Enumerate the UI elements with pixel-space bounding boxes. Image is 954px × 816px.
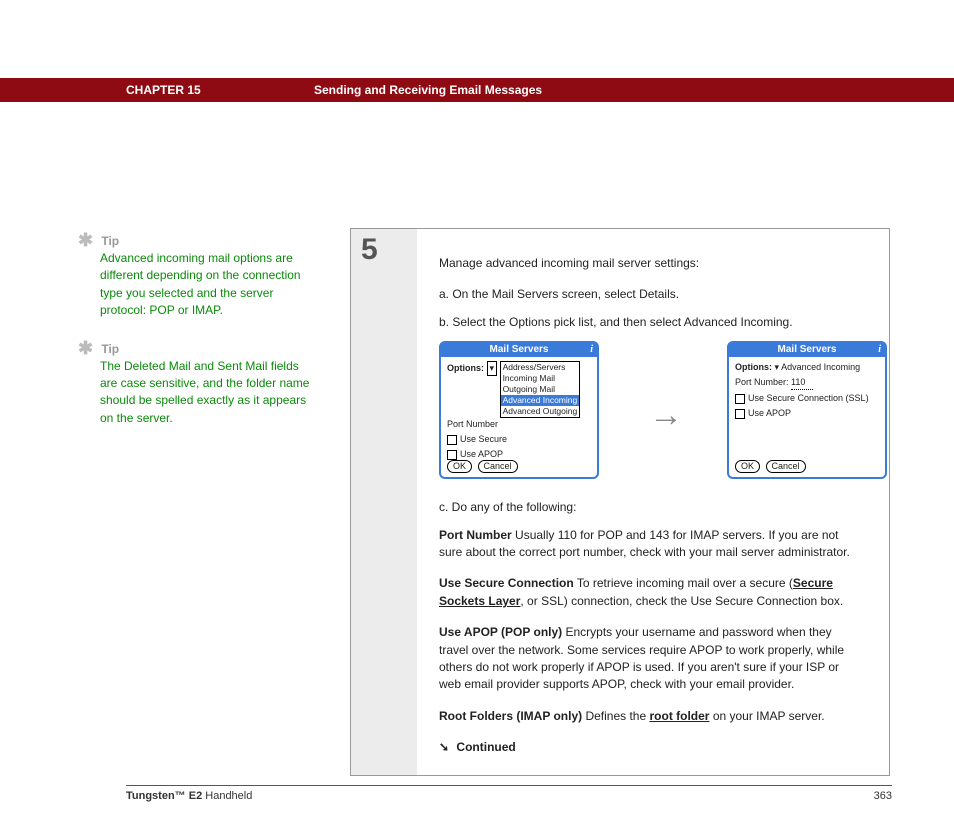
tip-body: Advanced incoming mail options are diffe… bbox=[100, 250, 310, 320]
ssl-label: Use Secure bbox=[460, 434, 507, 444]
detail-apop-label: Use APOP (POP only) bbox=[439, 625, 562, 639]
product-bold: Tungsten™ E2 bbox=[126, 790, 202, 802]
port-label: Port Number: bbox=[735, 377, 789, 387]
options-dropdown-trigger[interactable]: ▾ bbox=[487, 361, 498, 376]
detail-root: Root Folders (IMAP only) Defines the roo… bbox=[439, 708, 863, 725]
dd-item[interactable]: Incoming Mail bbox=[501, 373, 580, 384]
continued-row: ➘ Continued bbox=[439, 739, 863, 756]
dd-item[interactable]: Advanced Outgoing bbox=[501, 406, 580, 417]
info-icon: i bbox=[590, 343, 593, 357]
continued-arrow-icon: ➘ bbox=[439, 739, 449, 756]
continued-label: Continued bbox=[456, 740, 515, 754]
step-c: Do any of the following: bbox=[439, 499, 863, 516]
screenshots-row: Mail Servers i Options: ▾ Address/Server… bbox=[439, 341, 863, 481]
apop-label: Use APOP bbox=[460, 449, 503, 459]
device-title: Mail Servers bbox=[490, 344, 549, 355]
options-dropdown-trigger[interactable]: ▾ bbox=[775, 362, 780, 372]
ssl-label: Use Secure Connection (SSL) bbox=[748, 393, 869, 403]
detail-ssl-post: , or SSL) connection, check the Use Secu… bbox=[520, 594, 843, 608]
detail-root-post: on your IMAP server. bbox=[709, 709, 824, 723]
port-label: Port Number bbox=[447, 419, 498, 429]
tip-body: The Deleted Mail and Sent Mail fields ar… bbox=[100, 358, 310, 428]
checkbox-ssl[interactable] bbox=[735, 394, 745, 404]
step-number: 5 bbox=[361, 233, 389, 267]
detail-ssl-label: Use Secure Connection bbox=[439, 576, 574, 590]
product-name: Tungsten™ E2 Handheld bbox=[126, 790, 252, 802]
detail-port-label: Port Number bbox=[439, 528, 512, 542]
cancel-button[interactable]: Cancel bbox=[766, 460, 806, 473]
product-rest: Handheld bbox=[202, 790, 252, 802]
checkbox-apop[interactable] bbox=[447, 450, 457, 460]
dd-item[interactable]: Address/Servers bbox=[501, 362, 580, 373]
step-intro: Manage advanced incoming mail server set… bbox=[439, 255, 863, 272]
port-value[interactable]: 110 bbox=[791, 376, 813, 390]
ok-button[interactable]: OK bbox=[735, 460, 760, 473]
device-title: Mail Servers bbox=[778, 344, 837, 355]
step-a: On the Mail Servers screen, select Detai… bbox=[439, 286, 863, 303]
tip-label: Tip bbox=[101, 234, 119, 248]
device-body: Options: ▾ Address/Servers Incoming Mail… bbox=[441, 357, 597, 463]
page-number: 363 bbox=[874, 790, 892, 802]
dd-item-selected[interactable]: Advanced Incoming bbox=[501, 395, 580, 406]
tip-label: Tip bbox=[101, 342, 119, 356]
ok-button[interactable]: OK bbox=[447, 460, 472, 473]
detail-ssl-pre: To retrieve incoming mail over a secure … bbox=[574, 576, 793, 590]
step-b: Select the Options pick list, and then s… bbox=[439, 314, 863, 331]
device-buttons: OK Cancel bbox=[447, 460, 521, 473]
device-body: Options: ▾ Advanced Incoming Port Number… bbox=[729, 357, 885, 422]
cancel-button[interactable]: Cancel bbox=[478, 460, 518, 473]
page-area: ✱ Tip Advanced incoming mail options are… bbox=[0, 180, 954, 788]
checkbox-apop[interactable] bbox=[735, 409, 745, 419]
step-content: Manage advanced incoming mail server set… bbox=[417, 229, 889, 775]
footer: Tungsten™ E2 Handheld 363 bbox=[126, 785, 892, 802]
device-screenshot-right: Mail Servers i Options: ▾ Advanced Incom… bbox=[727, 341, 887, 479]
tips-column: ✱ Tip Advanced incoming mail options are… bbox=[100, 234, 310, 449]
tip-block: ✱ Tip The Deleted Mail and Sent Mail fie… bbox=[100, 342, 310, 428]
options-label: Options: bbox=[735, 362, 772, 372]
apop-label: Use APOP bbox=[748, 408, 791, 418]
asterisk-icon: ✱ bbox=[78, 234, 98, 246]
options-value: Advanced Incoming bbox=[781, 362, 860, 372]
detail-port: Port Number Usually 110 for POP and 143 … bbox=[439, 527, 863, 562]
options-dropdown-list[interactable]: Address/Servers Incoming Mail Outgoing M… bbox=[500, 361, 581, 418]
chapter-label: CHAPTER 15 bbox=[126, 83, 294, 97]
info-icon: i bbox=[878, 343, 881, 357]
detail-root-pre: Defines the bbox=[582, 709, 649, 723]
header-band: CHAPTER 15 Sending and Receiving Email M… bbox=[0, 78, 954, 102]
page-header-title: Sending and Receiving Email Messages bbox=[314, 83, 542, 97]
device-screenshot-left: Mail Servers i Options: ▾ Address/Server… bbox=[439, 341, 599, 479]
arrow-icon: → bbox=[649, 391, 683, 440]
detail-root-label: Root Folders (IMAP only) bbox=[439, 709, 582, 723]
main-panel: 5 Manage advanced incoming mail server s… bbox=[350, 228, 890, 776]
tip-block: ✱ Tip Advanced incoming mail options are… bbox=[100, 234, 310, 320]
dd-item[interactable]: Outgoing Mail bbox=[501, 384, 580, 395]
options-label: Options: bbox=[447, 363, 484, 373]
device-titlebar: Mail Servers i bbox=[441, 343, 597, 357]
detail-apop: Use APOP (POP only) Encrypts your userna… bbox=[439, 624, 863, 694]
device-buttons: OK Cancel bbox=[735, 460, 809, 473]
asterisk-icon: ✱ bbox=[78, 342, 98, 354]
device-titlebar: Mail Servers i bbox=[729, 343, 885, 357]
root-folder-link[interactable]: root folder bbox=[649, 709, 709, 723]
checkbox-ssl[interactable] bbox=[447, 435, 457, 445]
detail-ssl: Use Secure Connection To retrieve incomi… bbox=[439, 575, 863, 610]
